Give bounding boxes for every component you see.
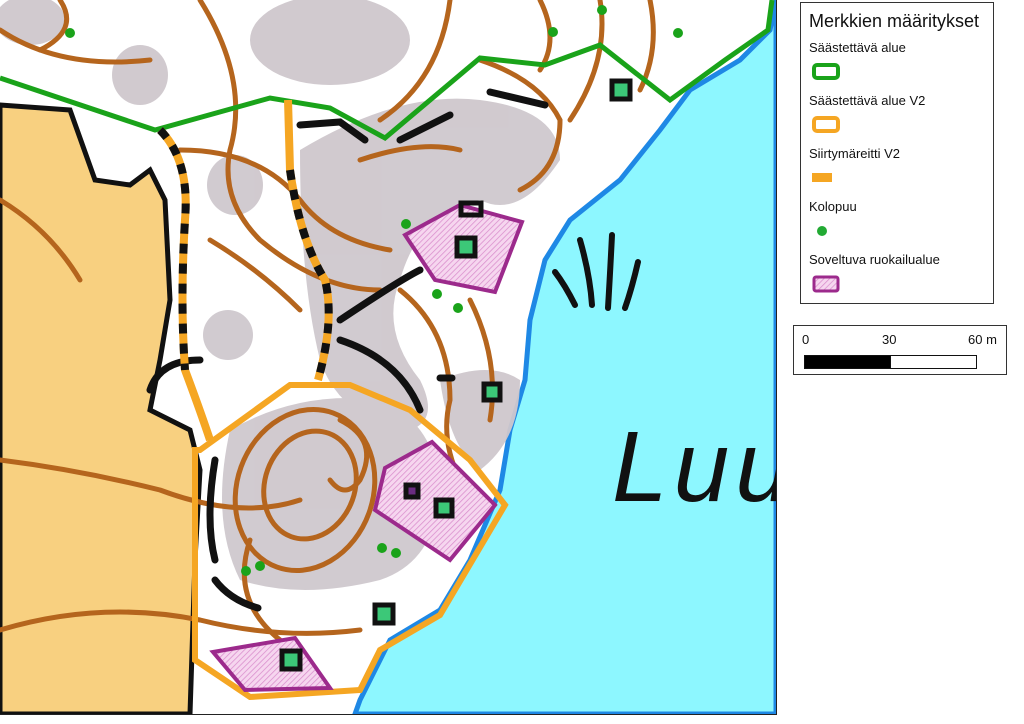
legend-item-cavity-tree: Kolopuu xyxy=(809,199,985,252)
legend-label: Siirtymäreitti V2 xyxy=(809,146,901,161)
orange-outline-icon xyxy=(812,116,840,133)
scale-label-30: 30 xyxy=(882,332,897,347)
scale-label-60: 60 m xyxy=(968,332,997,347)
legend-label: Kolopuu xyxy=(809,199,857,214)
map-view[interactable]: Luu xyxy=(0,0,777,715)
scale-bar: 0 30 60 m xyxy=(793,325,1007,375)
legend-item-green-area: Säästettävä alue xyxy=(809,40,985,93)
legend-item-orange-area: Säästettävä alue V2 xyxy=(809,93,985,146)
water-label: Luu xyxy=(612,411,776,523)
scale-segment-black xyxy=(804,355,891,369)
legend-label: Säästettävä alue V2 xyxy=(809,93,926,108)
green-outline-icon xyxy=(812,63,840,80)
map-legend: Merkkien määritykset Säästettävä alue Sä… xyxy=(800,2,994,304)
hatched-polygon-icon xyxy=(812,275,840,293)
orange-line-icon xyxy=(812,173,832,182)
green-dot-icon xyxy=(817,226,827,236)
legend-item-transition-route: Siirtymäreitti V2 xyxy=(809,146,985,199)
scale-segment-white xyxy=(890,355,977,369)
legend-label: Säästettävä alue xyxy=(809,40,906,55)
legend-title: Merkkien määritykset xyxy=(809,11,980,31)
legend-label: Soveltuva ruokailualue xyxy=(809,252,940,267)
legend-item-feeding-area: Soveltuva ruokailualue xyxy=(809,252,985,305)
scale-label-0: 0 xyxy=(802,332,810,347)
map-canvas[interactable] xyxy=(0,0,776,714)
